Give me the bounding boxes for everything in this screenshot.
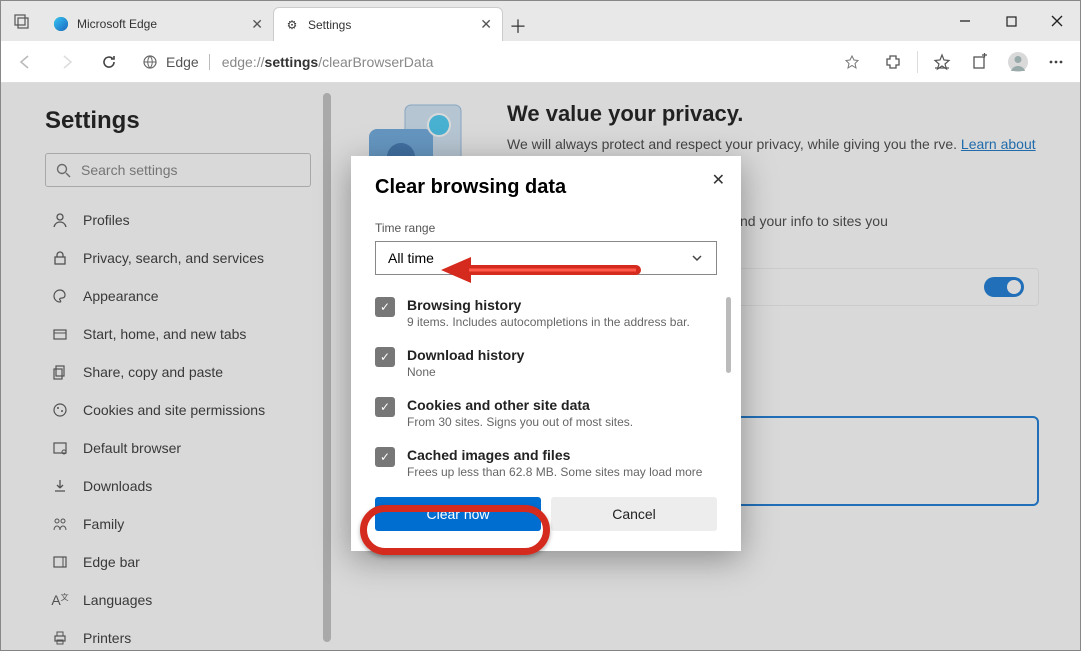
profile-icon[interactable] <box>1000 44 1036 80</box>
check-browsing-history[interactable]: ✓ Browsing history9 items. Includes auto… <box>375 297 717 329</box>
sidebar-item-share[interactable]: Share, copy and paste <box>45 353 311 391</box>
hero-title: We value your privacy. <box>507 101 1039 127</box>
settings-title: Settings <box>45 107 311 135</box>
tab-label: Microsoft Edge <box>77 17 157 31</box>
edge-icon <box>53 16 69 32</box>
refresh-button[interactable] <box>91 44 127 80</box>
more-icon[interactable] <box>1038 44 1074 80</box>
download-icon <box>51 478 69 494</box>
sidebar-item-start[interactable]: Start, home, and new tabs <box>45 315 311 353</box>
favorites-icon[interactable] <box>924 44 960 80</box>
tab-edge[interactable]: Microsoft Edge ✕ <box>43 7 273 41</box>
search-settings-input[interactable] <box>45 153 311 187</box>
lock-icon <box>51 250 69 266</box>
close-icon[interactable]: ✕ <box>251 16 263 33</box>
check-cookies[interactable]: ✓ Cookies and other site dataFrom 30 sit… <box>375 397 717 429</box>
sidebar-item-profiles[interactable]: Profiles <box>45 201 311 239</box>
sidebar-item-languages[interactable]: A文Languages <box>45 581 311 619</box>
new-tab-button[interactable]: ＋ <box>503 11 533 41</box>
maximize-button[interactable] <box>988 1 1034 41</box>
sidebar-item-cookies[interactable]: Cookies and site permissions <box>45 391 311 429</box>
extensions-icon[interactable] <box>875 44 911 80</box>
sidebar-item-privacy[interactable]: Privacy, search, and services <box>45 239 311 277</box>
tabs-icon <box>51 326 69 342</box>
toggle-switch[interactable] <box>984 277 1024 297</box>
check-cached[interactable]: ✓ Cached images and filesFrees up less t… <box>375 447 717 479</box>
time-range-label: Time range <box>375 221 717 235</box>
check-download-history[interactable]: ✓ Download historyNone <box>375 347 717 379</box>
sidebar-item-edge-bar[interactable]: Edge bar <box>45 543 311 581</box>
toolbar: Edge edge://settings/clearBrowserData <box>1 41 1080 83</box>
cookies-icon <box>51 402 69 418</box>
close-window-button[interactable] <box>1034 1 1080 41</box>
family-icon <box>51 516 69 532</box>
collections-icon[interactable] <box>962 44 998 80</box>
tab-actions-button[interactable] <box>4 3 40 39</box>
edge-page-icon <box>142 54 158 70</box>
back-button[interactable] <box>7 44 43 80</box>
sidebar-item-family[interactable]: Family <box>45 505 311 543</box>
settings-sidebar: Settings Profiles Privacy, search, and s… <box>1 83 331 651</box>
gear-icon: ⚙ <box>284 17 300 33</box>
tab-label: Settings <box>308 18 351 32</box>
sidebar-icon <box>51 554 69 570</box>
share-icon <box>51 364 69 380</box>
checkbox-checked-icon[interactable]: ✓ <box>375 447 395 467</box>
clear-browsing-data-dialog: ✕ Clear browsing data Time range All tim… <box>351 156 741 551</box>
url-text: edge://settings/clearBrowserData <box>222 54 434 70</box>
close-icon[interactable]: ✕ <box>480 16 492 33</box>
cancel-button[interactable]: Cancel <box>551 497 717 531</box>
annotation-highlight-ring <box>360 505 550 555</box>
titlebar: Microsoft Edge ✕ ⚙ Settings ✕ ＋ <box>1 1 1080 41</box>
checkbox-checked-icon[interactable]: ✓ <box>375 347 395 367</box>
printer-icon <box>51 630 69 646</box>
checkbox-checked-icon[interactable]: ✓ <box>375 397 395 417</box>
read-aloud-icon[interactable] <box>844 54 860 70</box>
browser-icon <box>51 440 69 456</box>
sidebar-item-default-browser[interactable]: Default browser <box>45 429 311 467</box>
minimize-button[interactable] <box>942 1 988 41</box>
search-icon <box>56 163 71 178</box>
forward-button[interactable] <box>49 44 85 80</box>
dialog-title: Clear browsing data <box>375 176 717 199</box>
sidebar-item-printers[interactable]: Printers <box>45 619 311 651</box>
url-origin: Edge <box>166 54 210 70</box>
sidebar-item-downloads[interactable]: Downloads <box>45 467 311 505</box>
scrollbar[interactable] <box>726 297 731 373</box>
languages-icon: A文 <box>51 592 69 608</box>
address-bar[interactable]: Edge edge://settings/clearBrowserData <box>133 47 869 77</box>
appearance-icon <box>51 288 69 304</box>
profile-icon <box>51 212 69 228</box>
tab-settings[interactable]: ⚙ Settings ✕ <box>273 7 503 41</box>
close-icon[interactable]: ✕ <box>712 170 725 190</box>
chevron-down-icon <box>690 251 704 265</box>
annotation-arrow <box>441 255 641 285</box>
checkbox-checked-icon[interactable]: ✓ <box>375 297 395 317</box>
sidebar-item-appearance[interactable]: Appearance <box>45 277 311 315</box>
